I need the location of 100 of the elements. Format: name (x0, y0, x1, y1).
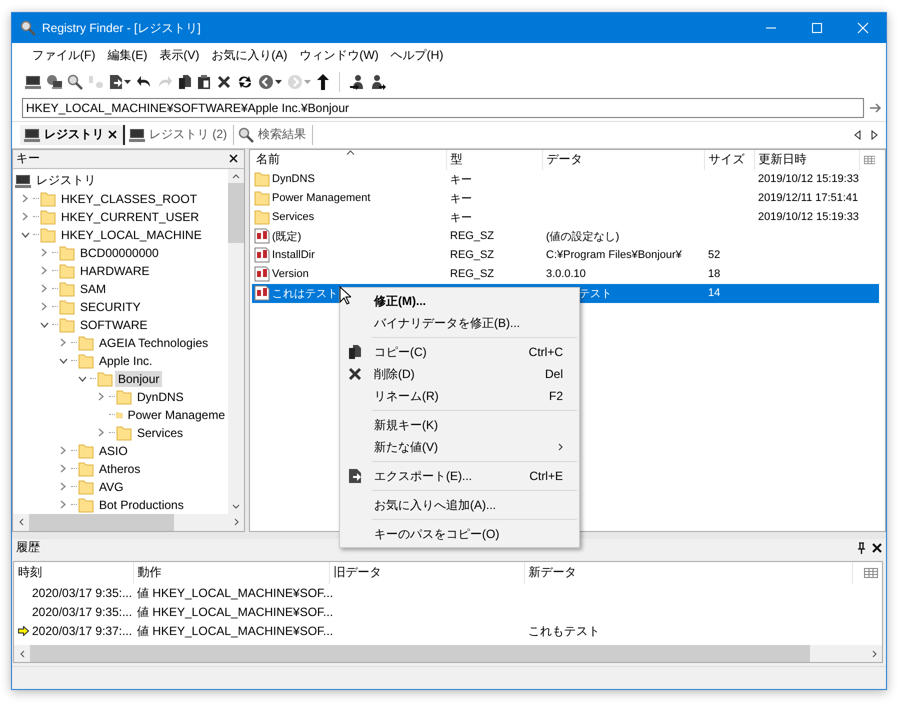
scroll-left-icon[interactable] (20, 650, 24, 658)
menu-item[interactable]: ウィンドウ(W) (293, 44, 385, 66)
menu-item[interactable]: キーのパスをコピー(O) (340, 523, 579, 545)
close-icon[interactable] (108, 130, 117, 140)
scroll-right-icon[interactable] (872, 650, 876, 658)
tree-item[interactable]: Power Manageme (124, 406, 228, 423)
scroll-up-icon[interactable] (232, 174, 240, 179)
horizontal-scrollbar[interactable] (13, 514, 244, 531)
tree-item[interactable]: SOFTWARE (77, 316, 151, 333)
column-header[interactable]: 名前 (252, 150, 446, 170)
tree-item[interactable]: レジストリ (33, 171, 99, 190)
tree-item[interactable]: HARDWARE (77, 262, 153, 279)
chevron-down-icon[interactable] (20, 232, 30, 238)
column-chooser-icon[interactable] (864, 568, 878, 578)
menu-item[interactable]: エクスポート(E)... Ctrl+E (340, 465, 579, 487)
chevron-right-icon[interactable] (41, 302, 47, 312)
tab[interactable]: レジストリ (2) (125, 124, 234, 145)
tree-item[interactable]: SECURITY (77, 298, 144, 315)
chevron-down-icon[interactable] (40, 322, 48, 328)
column-chooser-icon[interactable] (864, 154, 875, 165)
tree-item[interactable]: HKEY_CLASSES_ROOT (58, 190, 200, 207)
column-header[interactable]: 新データ (524, 562, 852, 584)
tab[interactable]: 検索結果 (234, 124, 313, 145)
chevron-right-icon[interactable] (98, 428, 104, 438)
tree-item[interactable]: HKEY_CURRENT_USER (58, 208, 202, 225)
tree-item[interactable]: Services (134, 424, 186, 441)
address-field[interactable]: HKEY_LOCAL_MACHINE¥SOFTWARE¥Apple Inc.¥Bonjour (22, 98, 864, 118)
caret-down-icon[interactable] (275, 80, 282, 84)
chevron-right-icon[interactable] (60, 446, 66, 456)
tree-item[interactable]: AVG (96, 478, 126, 495)
column-header[interactable]: 型 (446, 150, 542, 170)
caret-down-icon[interactable] (124, 80, 131, 84)
menu-item[interactable]: 削除(D) Del (340, 363, 579, 385)
chevron-right-icon[interactable] (41, 284, 47, 294)
chevron-right-icon[interactable] (98, 392, 104, 402)
tab[interactable]: レジストリ (20, 124, 125, 145)
column-header[interactable]: 更新日時 (754, 150, 859, 170)
menu-item[interactable]: リネーム(R) F2 (340, 385, 579, 407)
scroll-left-icon[interactable] (854, 130, 862, 140)
chevron-right-icon[interactable] (60, 500, 66, 510)
tree-item[interactable]: Bot Productions (96, 496, 187, 513)
chevron-right-icon[interactable] (60, 464, 66, 474)
value-row[interactable]: (既定) REG_SZ (値の設定なし) (252, 226, 879, 246)
value-row[interactable]: Version REG_SZ 3.0.0.10 18 (252, 264, 879, 284)
menu-item[interactable]: 編集(E) (101, 44, 154, 66)
close-icon[interactable] (872, 542, 882, 553)
tree-item[interactable]: Atheros (96, 460, 144, 477)
toolbar-button[interactable] (369, 72, 387, 91)
chevron-right-icon[interactable] (22, 212, 28, 222)
scroll-right-icon[interactable] (234, 518, 238, 526)
value-row[interactable]: Power Management キー 2019/12/11 17:51:41 (252, 188, 879, 208)
scroll-left-icon[interactable] (18, 518, 24, 526)
toolbar-button[interactable] (45, 72, 63, 91)
chevron-right-icon[interactable] (22, 194, 28, 204)
tree-item[interactable]: Apple Inc. (96, 352, 156, 369)
chevron-right-icon[interactable] (41, 248, 47, 258)
scroll-right-icon[interactable] (870, 130, 878, 140)
go-arrow-icon[interactable] (870, 103, 882, 114)
column-header[interactable]: 動作 (133, 562, 329, 584)
toolbar-button[interactable] (66, 72, 84, 91)
menu-item[interactable]: 新規キー(K) (340, 414, 579, 436)
column-header[interactable]: 旧データ (329, 562, 524, 584)
menu-item[interactable]: お気に入り(A) (205, 44, 294, 66)
value-row[interactable]: InstallDir REG_SZ C:¥Program Files¥Bonjour¥ 52 (252, 246, 879, 265)
menu-item[interactable]: 表示(V) (153, 44, 206, 66)
value-row[interactable]: DynDNS キー 2019/10/12 15:19:33 (252, 170, 879, 189)
column-header[interactable]: 時刻 (14, 562, 133, 584)
tree-item[interactable]: DynDNS (134, 388, 187, 405)
menu-item[interactable]: 新たな値(V) (340, 436, 579, 458)
vertical-scrollbar[interactable] (228, 168, 244, 514)
close-icon[interactable] (229, 154, 238, 164)
history-row[interactable]: 2020/03/17 9:35:... 値 HKEY_LOCAL_MACHINE¥SOF... (14, 602, 882, 622)
value-row[interactable]: Services キー 2019/10/12 15:19:33 (252, 208, 879, 227)
chevron-down-icon[interactable] (78, 376, 86, 382)
toolbar-button[interactable] (24, 74, 42, 90)
column-header[interactable]: データ (542, 150, 704, 170)
chevron-right-icon[interactable] (41, 266, 47, 276)
toolbar-button[interactable] (196, 72, 212, 91)
toolbar-button[interactable] (177, 72, 193, 91)
menu-item[interactable]: ヘルプ(H) (384, 44, 450, 66)
tree-item[interactable]: BCD00000000 (77, 244, 162, 261)
menu-item[interactable]: お気に入りへ追加(A)... (340, 494, 579, 516)
tree-item[interactable]: ASIO (96, 442, 131, 459)
menu-item[interactable]: コピー(C) Ctrl+C (340, 341, 579, 363)
menu-item[interactable]: バイナリデータを修正(B)... (340, 312, 579, 334)
tree-item[interactable]: Bonjour (115, 370, 162, 387)
scrollbar-thumb[interactable] (228, 182, 244, 243)
toolbar-button[interactable] (315, 72, 331, 92)
scroll-down-icon[interactable] (232, 504, 240, 509)
dropdown-button[interactable] (108, 72, 132, 91)
pin-icon[interactable] (857, 542, 866, 554)
scrollbar-thumb[interactable] (29, 514, 174, 531)
chevron-right-icon[interactable] (60, 338, 66, 348)
chevron-down-icon[interactable] (58, 358, 68, 364)
history-row[interactable]: 2020/03/17 9:35:... 値 HKEY_LOCAL_MACHINE¥SOF... (14, 584, 882, 603)
tree-item[interactable]: HKEY_LOCAL_MACHINE (58, 226, 205, 243)
column-header[interactable]: サイズ (704, 150, 754, 170)
menu-item[interactable]: ファイル(F) (26, 44, 102, 66)
tree-item[interactable]: SAM (77, 280, 110, 297)
tree-item[interactable]: AGEIA Technologies (96, 334, 212, 351)
